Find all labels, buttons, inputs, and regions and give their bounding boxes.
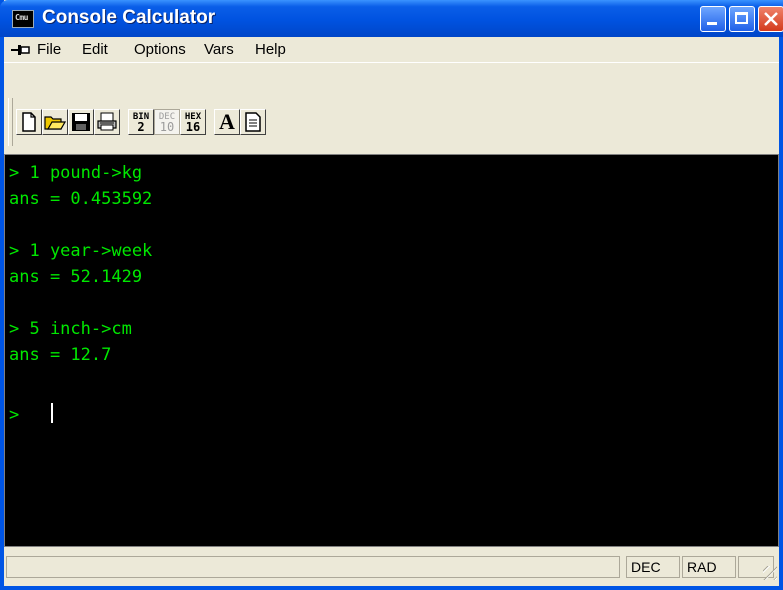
text-cursor	[51, 403, 53, 423]
hex-number: 16	[185, 119, 201, 134]
minimize-icon	[707, 22, 717, 25]
dec-base-button[interactable]: DEC 10	[154, 109, 180, 135]
bin-base-button[interactable]: BIN 2	[128, 109, 154, 135]
title-bar[interactable]: Cmu Console Calculator	[0, 0, 783, 37]
save-disk-icon	[72, 113, 90, 131]
variables-list-icon	[245, 112, 261, 132]
menu-file[interactable]: File	[37, 41, 61, 58]
dec-number: 10	[159, 119, 175, 134]
menu-help[interactable]: Help	[255, 41, 286, 58]
console-line: > 1 pound->kg	[9, 163, 143, 183]
console-prompt: >	[9, 405, 20, 425]
console-output[interactable]: > 1 pound->kg ans = 0.453592 > 1 year->w…	[4, 154, 779, 547]
resize-grip[interactable]	[763, 566, 777, 580]
menu-vars[interactable]: Vars	[204, 41, 234, 58]
open-folder-icon	[44, 116, 66, 130]
variables-button[interactable]	[240, 109, 266, 135]
font-icon: A	[219, 109, 235, 134]
hex-base-button[interactable]: HEX 16	[180, 109, 206, 135]
menu-edit[interactable]: Edit	[82, 41, 108, 58]
minimize-button[interactable]	[700, 6, 726, 32]
app-window: Cmu Console Calculator File Edit Options…	[0, 0, 783, 590]
console-line: ans = 12.7	[9, 345, 112, 365]
maximize-button[interactable]	[729, 6, 755, 32]
menu-bar: File Edit Options Vars Help	[4, 37, 779, 62]
console-line: > 5 inch->cm	[9, 319, 132, 339]
print-icon	[97, 112, 117, 131]
window-title: Console Calculator	[42, 7, 216, 28]
bin-number: 2	[137, 119, 145, 134]
console-line: ans = 52.1429	[9, 267, 143, 287]
print-button[interactable]	[94, 109, 120, 135]
pin-icon[interactable]	[10, 42, 30, 58]
save-button[interactable]	[68, 109, 94, 135]
menu-options[interactable]: Options	[134, 41, 186, 58]
maximize-icon	[735, 12, 748, 24]
close-icon	[764, 12, 778, 26]
app-icon[interactable]: Cmu	[12, 10, 34, 28]
close-button[interactable]	[758, 6, 783, 32]
font-button[interactable]: A	[214, 109, 240, 135]
console-line: > 1 year->week	[9, 241, 153, 261]
console-line: ans = 0.453592	[9, 189, 153, 209]
status-message-panel	[6, 556, 620, 578]
app-icon-text: Cmu	[15, 13, 28, 22]
toolbar: BIN 2 DEC 10 HEX 16 A	[4, 62, 779, 155]
new-file-icon	[22, 112, 36, 132]
status-angle: RAD	[682, 556, 736, 578]
status-bar: DEC RAD	[4, 552, 779, 582]
status-mode: DEC	[626, 556, 680, 578]
new-button[interactable]	[16, 109, 42, 135]
open-button[interactable]	[42, 109, 68, 135]
